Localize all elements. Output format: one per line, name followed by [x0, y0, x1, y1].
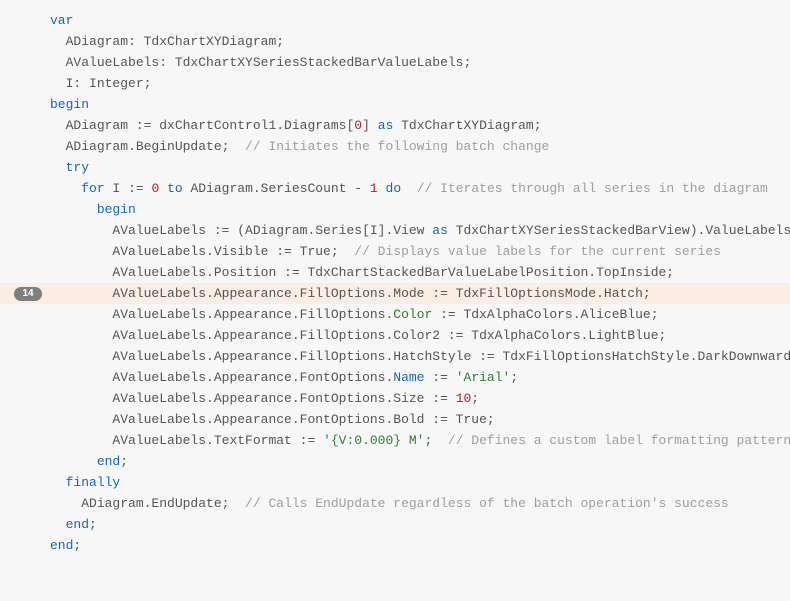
token-str: '{V:0.000} M' [323, 433, 424, 448]
code-line: AValueLabels.TextFormat := '{V:0.000} M'… [0, 430, 790, 451]
token-id: ; [510, 370, 518, 385]
code-viewport[interactable]: var ADiagram: TdxChartXYDiagram; AValueL… [0, 0, 790, 601]
token-kw: end [50, 538, 73, 553]
token-kw: for [81, 181, 104, 196]
token-cmt: // Initiates the following batch change [245, 139, 549, 154]
code-line: try [0, 157, 790, 178]
token-id: I: Integer; [66, 76, 152, 91]
code-line: AValueLabels.Visible := True; // Display… [0, 241, 790, 262]
code-line: end; [0, 535, 790, 556]
token-id: := [425, 370, 456, 385]
token-id: AValueLabels := (ADiagram.Series[I].View [112, 223, 432, 238]
reference-count-badge[interactable]: 14 [14, 287, 42, 301]
token-id [378, 181, 386, 196]
token-id: TdxChartXYSeriesStackedBarView).ValueLab… [448, 223, 790, 238]
token-num: 1 [370, 181, 378, 196]
token-greenprop: Color [393, 307, 432, 322]
code-line: AValueLabels.Appearance.FontOptions.Size… [0, 388, 790, 409]
token-id: AValueLabels.TextFormat := [112, 433, 323, 448]
token-cmt: // Iterates through all series in the di… [417, 181, 768, 196]
code-line: AValueLabels := (ADiagram.Series[I].View… [0, 220, 790, 241]
code-line: 14 AValueLabels.Appearance.FillOptions.M… [0, 283, 790, 304]
code-line: var [0, 10, 790, 31]
code-line: AValueLabels.Appearance.FontOptions.Name… [0, 367, 790, 388]
token-num: 0 [354, 118, 362, 133]
token-id: ADiagram := dxChartControl1.Diagrams[ [66, 118, 355, 133]
code-line: finally [0, 472, 790, 493]
token-kw: do [386, 181, 402, 196]
token-id: AValueLabels.Appearance.FontOptions.Bold… [112, 412, 494, 427]
code-line: begin [0, 199, 790, 220]
token-kw: to [167, 181, 183, 196]
token-kw: as [432, 223, 448, 238]
token-id: TdxChartXYDiagram; [393, 118, 541, 133]
token-kw: try [66, 160, 89, 175]
code-block: var ADiagram: TdxChartXYDiagram; AValueL… [0, 0, 790, 566]
code-line: ADiagram.BeginUpdate; // Initiates the f… [0, 136, 790, 157]
token-id: ADiagram.BeginUpdate; [66, 139, 245, 154]
token-cmt: // Displays value labels for the current… [354, 244, 721, 259]
code-line: AValueLabels.Appearance.FontOptions.Bold… [0, 409, 790, 430]
code-line: end; [0, 514, 790, 535]
token-num: 10 [456, 391, 472, 406]
token-id: ; [73, 538, 81, 553]
code-line: AValueLabels.Position := TdxChartStacked… [0, 262, 790, 283]
token-cmt: // Calls EndUpdate regardless of the bat… [245, 496, 729, 511]
token-id: AValueLabels.Appearance.FillOptions. [112, 307, 393, 322]
code-line: ADiagram := dxChartControl1.Diagrams[0] … [0, 115, 790, 136]
token-id: ; [120, 454, 128, 469]
token-id: AValueLabels.Appearance.FontOptions.Size… [112, 391, 455, 406]
code-line: for I := 0 to ADiagram.SeriesCount - 1 d… [0, 178, 790, 199]
token-kw: end [97, 454, 120, 469]
token-id: AValueLabels.Appearance.FontOptions. [112, 370, 393, 385]
token-prop: Name [393, 370, 424, 385]
token-kw: finally [66, 475, 121, 490]
token-id: AValueLabels.Appearance.FillOptions.Mode… [112, 286, 650, 301]
token-id: ] [362, 118, 378, 133]
token-id: AValueLabels.Appearance.FillOptions.Hatc… [112, 349, 790, 364]
token-kw: begin [50, 97, 89, 112]
token-kw: begin [97, 202, 136, 217]
code-line: end; [0, 451, 790, 472]
token-kw: end [66, 517, 89, 532]
token-cmt: // Defines a custom label formatting pat… [448, 433, 790, 448]
token-id: := TdxAlphaColors.AliceBlue; [432, 307, 658, 322]
token-str: 'Arial' [456, 370, 511, 385]
token-id: AValueLabels.Position := TdxChartStacked… [112, 265, 674, 280]
token-kw: var [50, 13, 73, 28]
code-line: AValueLabels.Appearance.FillOptions.Hatc… [0, 346, 790, 367]
code-line: I: Integer; [0, 73, 790, 94]
token-id: ADiagram: TdxChartXYDiagram; [66, 34, 284, 49]
token-id: ; [424, 433, 447, 448]
token-kw: as [378, 118, 394, 133]
token-id [401, 181, 417, 196]
token-id: AValueLabels.Appearance.FillOptions.Colo… [112, 328, 666, 343]
token-id: ; [89, 517, 97, 532]
token-id: ADiagram.EndUpdate; [81, 496, 245, 511]
code-line: AValueLabels: TdxChartXYSeriesStackedBar… [0, 52, 790, 73]
code-line: begin [0, 94, 790, 115]
token-id: ADiagram.SeriesCount - [183, 181, 370, 196]
token-id: ; [471, 391, 479, 406]
token-id: AValueLabels.Visible := True; [112, 244, 354, 259]
token-id: AValueLabels: TdxChartXYSeriesStackedBar… [66, 55, 472, 70]
code-line: ADiagram: TdxChartXYDiagram; [0, 31, 790, 52]
code-line: AValueLabels.Appearance.FillOptions.Colo… [0, 304, 790, 325]
code-line: ADiagram.EndUpdate; // Calls EndUpdate r… [0, 493, 790, 514]
token-id: I := [105, 181, 152, 196]
code-line: AValueLabels.Appearance.FillOptions.Colo… [0, 325, 790, 346]
token-id [159, 181, 167, 196]
